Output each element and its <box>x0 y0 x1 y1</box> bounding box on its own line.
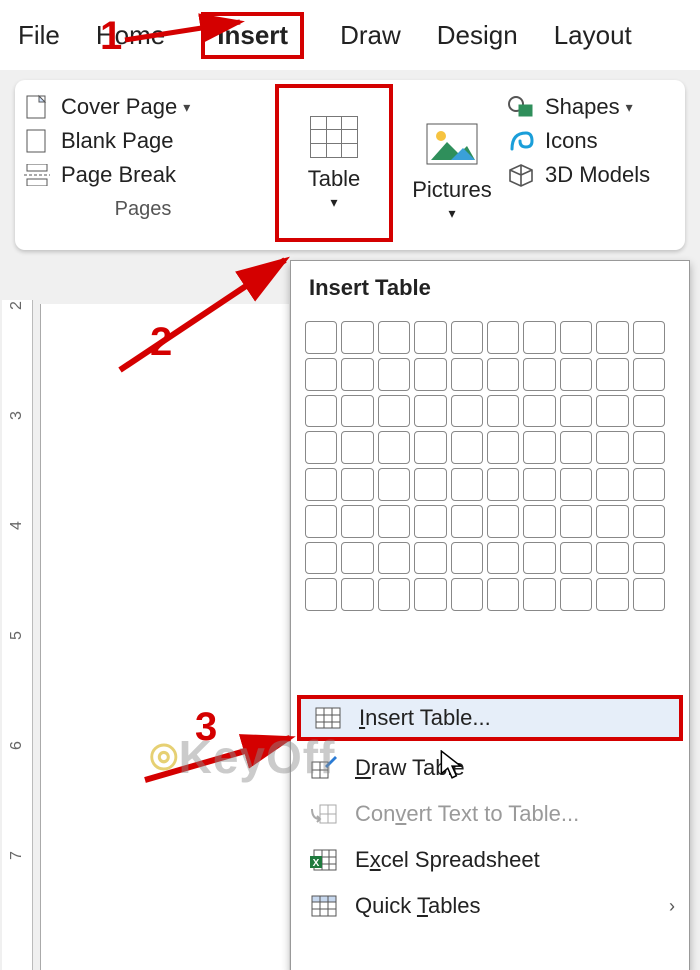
ruler-mark: 5 <box>8 631 26 640</box>
chevron-down-icon: ▾ <box>183 99 190 116</box>
cover-page-button[interactable]: Cover Page ▾ <box>23 94 263 120</box>
menu-insert-table[interactable]: Insert Table... <box>297 695 683 741</box>
tab-design[interactable]: Design <box>437 20 518 51</box>
menu-excel-label: Excel Spreadsheet <box>355 847 540 873</box>
ruler-mark: 4 <box>8 521 26 530</box>
blank-page-icon <box>23 128 51 154</box>
chevron-down-icon: ▾ <box>330 194 337 211</box>
ruler-mark: 3 <box>8 411 26 420</box>
page-break-icon <box>23 162 51 188</box>
document-page[interactable] <box>40 304 289 970</box>
ruler-mark: 7 <box>8 851 26 860</box>
menu-draw-table-label: Draw Table <box>355 755 465 781</box>
menu-excel-spreadsheet[interactable]: X Excel Spreadsheet <box>291 837 689 883</box>
icons-button[interactable]: Icons <box>507 128 650 154</box>
ribbon-insert: Cover Page▾ Blank Page Page Break Pages … <box>15 80 685 250</box>
table-dropdown-button[interactable]: Table ▾ <box>275 84 393 242</box>
tab-insert[interactable]: Insert <box>201 12 304 59</box>
menu-convert-text-label: Convert Text to Table... <box>355 801 579 827</box>
blank-page-label: Blank Page <box>61 128 174 154</box>
svg-text:X: X <box>313 858 320 869</box>
chevron-down-icon: ▾ <box>626 99 633 116</box>
menu-quick-tables-label: Quick Tables <box>355 893 481 919</box>
shapes-icon <box>507 94 535 120</box>
menu-title: Insert Table <box>291 261 689 315</box>
annotation-1: 1 <box>100 14 122 59</box>
menu-convert-text: Convert Text to Table... <box>291 791 689 837</box>
blank-page-button[interactable]: Blank Page <box>23 128 263 154</box>
3d-models-label: 3D Models <box>545 162 650 188</box>
app-window: File 1 Home Insert Draw Design Layout Co… <box>0 0 700 970</box>
pictures-label: Pictures <box>412 177 491 203</box>
shapes-button[interactable]: Shapes ▾ <box>507 94 650 120</box>
icons-icon <box>507 128 535 154</box>
pictures-icon <box>425 122 479 171</box>
table-icon <box>310 116 358 158</box>
ruler-mark: 2 <box>8 301 26 310</box>
tab-file[interactable]: File <box>18 20 60 51</box>
table-size-grid[interactable] <box>305 321 665 611</box>
vertical-ruler: 2 3 4 5 6 7 <box>2 300 33 970</box>
tab-layout[interactable]: Layout <box>554 20 632 51</box>
ruler-mark: 6 <box>8 741 26 750</box>
page-break-button[interactable]: Page Break <box>23 162 263 188</box>
icons-label: Icons <box>545 128 598 154</box>
menu-insert-table-label: Insert Table... <box>359 705 491 731</box>
group-pages-label: Pages <box>23 198 263 221</box>
group-illustrations: Shapes ▾ Icons 3D Models <box>507 80 650 250</box>
chevron-down-icon: ▾ <box>448 205 455 222</box>
cube-icon <box>507 162 535 188</box>
shapes-label: Shapes <box>545 94 620 120</box>
menu-quick-tables[interactable]: Quick Tables › <box>291 883 689 929</box>
excel-icon: X <box>309 847 339 873</box>
chevron-right-icon: › <box>669 896 675 917</box>
table-dropdown-menu: Insert Table Insert Table... Draw Table <box>290 260 690 970</box>
pictures-dropdown-button[interactable]: Pictures ▾ <box>397 80 507 250</box>
group-pages: Cover Page ▾ Blank Page Page Break Pages <box>15 80 271 250</box>
cover-page-label: Cover Page <box>61 94 177 120</box>
annotation-2: 2 <box>150 320 172 365</box>
insert-table-icon <box>313 705 343 731</box>
ribbon-tabs: File 1 Home Insert Draw Design Layout <box>0 0 700 70</box>
3d-models-button[interactable]: 3D Models <box>507 162 650 188</box>
tab-draw[interactable]: Draw <box>340 20 401 51</box>
convert-text-icon <box>309 801 339 827</box>
page-break-label: Page Break <box>61 162 176 188</box>
watermark-ring-icon: ⌾ <box>150 731 179 783</box>
table-label: Table <box>308 166 361 192</box>
watermark: ⌾KeyOff <box>150 730 335 786</box>
quick-tables-icon <box>309 893 339 919</box>
menu-draw-table[interactable]: Draw Table <box>291 745 689 791</box>
cover-page-icon <box>23 94 51 120</box>
